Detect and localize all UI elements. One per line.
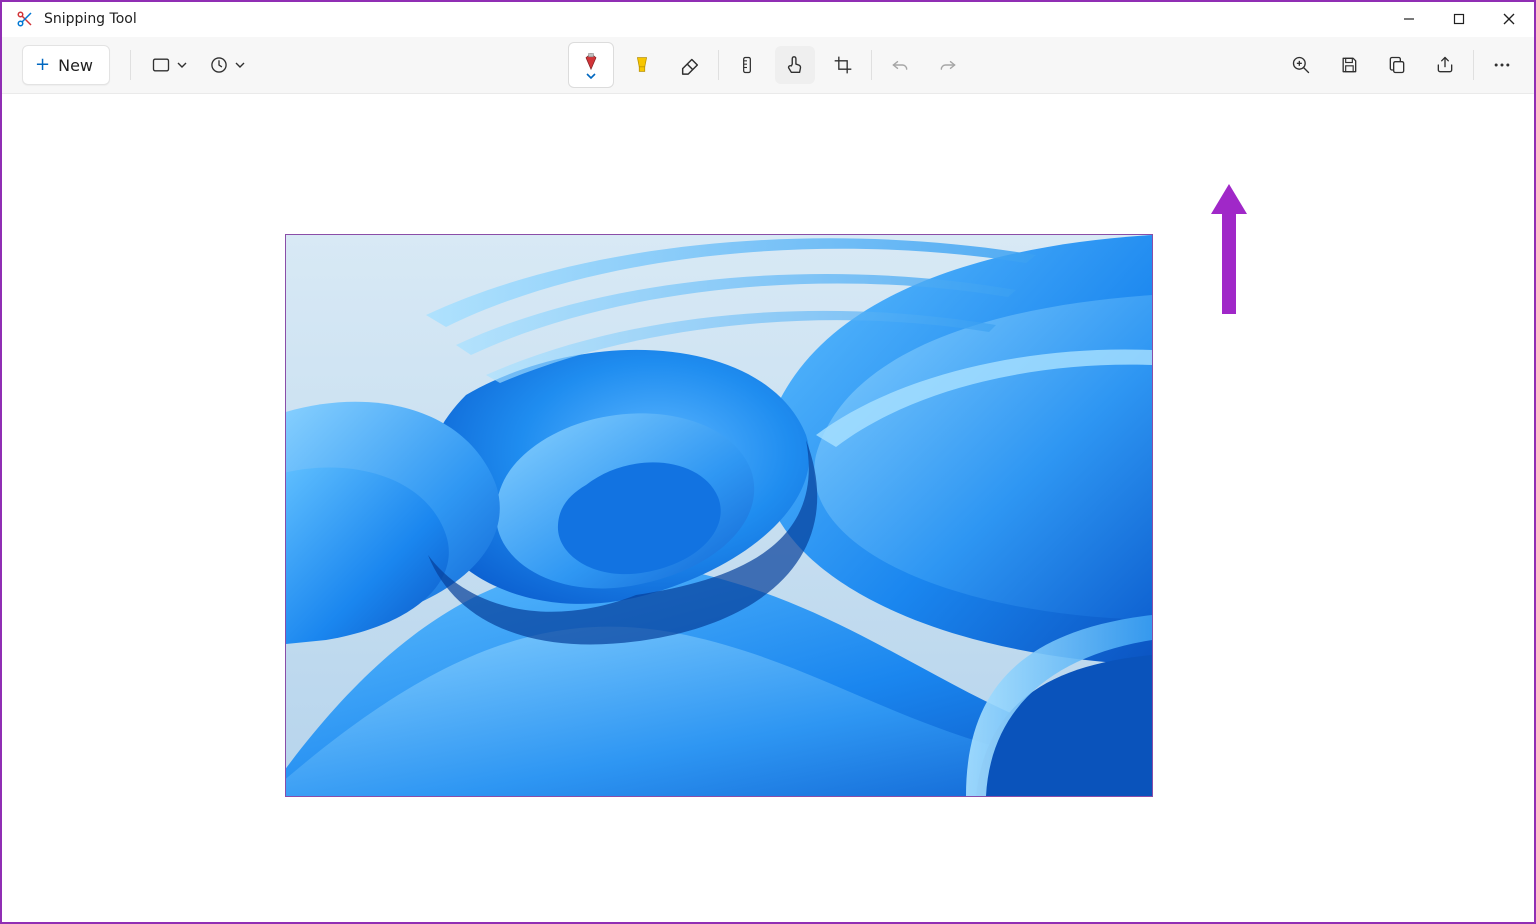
window-title: Snipping Tool: [44, 11, 137, 27]
zoom-button[interactable]: [1281, 46, 1321, 84]
rectangle-mode-icon: [151, 55, 171, 75]
separator: [718, 50, 719, 80]
canvas-area: [2, 94, 1534, 922]
more-icon: [1492, 55, 1512, 75]
crop-tool[interactable]: [823, 46, 863, 84]
ruler-icon: [737, 55, 757, 75]
captured-screenshot[interactable]: [285, 234, 1153, 797]
share-icon: [1435, 55, 1455, 75]
copy-button[interactable]: [1377, 46, 1417, 84]
chevron-down-icon: [586, 73, 596, 79]
clock-icon: [209, 55, 229, 75]
minimize-button[interactable]: [1384, 2, 1434, 36]
touch-icon: [784, 54, 806, 76]
snip-mode-dropdown[interactable]: [149, 46, 189, 84]
delay-dropdown[interactable]: [207, 46, 247, 84]
annotation-arrow: [1209, 184, 1249, 314]
zoom-in-icon: [1291, 55, 1311, 75]
window-controls: [1384, 2, 1534, 36]
eraser-icon: [679, 54, 701, 76]
eraser-tool[interactable]: [670, 46, 710, 84]
chevron-down-icon: [235, 60, 245, 70]
close-button[interactable]: [1484, 2, 1534, 36]
redo-icon: [938, 55, 958, 75]
touch-writing-tool[interactable]: [775, 46, 815, 84]
ruler-tool[interactable]: [727, 46, 767, 84]
highlighter-icon: [631, 54, 653, 76]
chevron-down-icon: [177, 60, 187, 70]
new-button-label: New: [58, 56, 93, 75]
undo-button[interactable]: [880, 46, 920, 84]
highlighter-tool[interactable]: [622, 46, 662, 84]
plus-icon: +: [35, 56, 50, 74]
pen-icon: [581, 51, 601, 71]
separator: [1473, 50, 1474, 80]
title-bar: Snipping Tool: [2, 2, 1534, 37]
more-button[interactable]: [1482, 46, 1522, 84]
app-icon: [16, 10, 34, 28]
save-icon: [1339, 55, 1359, 75]
undo-icon: [890, 55, 910, 75]
separator: [871, 50, 872, 80]
toolbar: + New: [2, 37, 1534, 94]
save-button[interactable]: [1329, 46, 1369, 84]
redo-button[interactable]: [928, 46, 968, 84]
separator: [130, 50, 131, 80]
maximize-button[interactable]: [1434, 2, 1484, 36]
copy-icon: [1387, 55, 1407, 75]
crop-icon: [833, 55, 853, 75]
ballpoint-pen-tool[interactable]: [568, 42, 614, 88]
new-button[interactable]: + New: [22, 45, 110, 85]
share-button[interactable]: [1425, 46, 1465, 84]
